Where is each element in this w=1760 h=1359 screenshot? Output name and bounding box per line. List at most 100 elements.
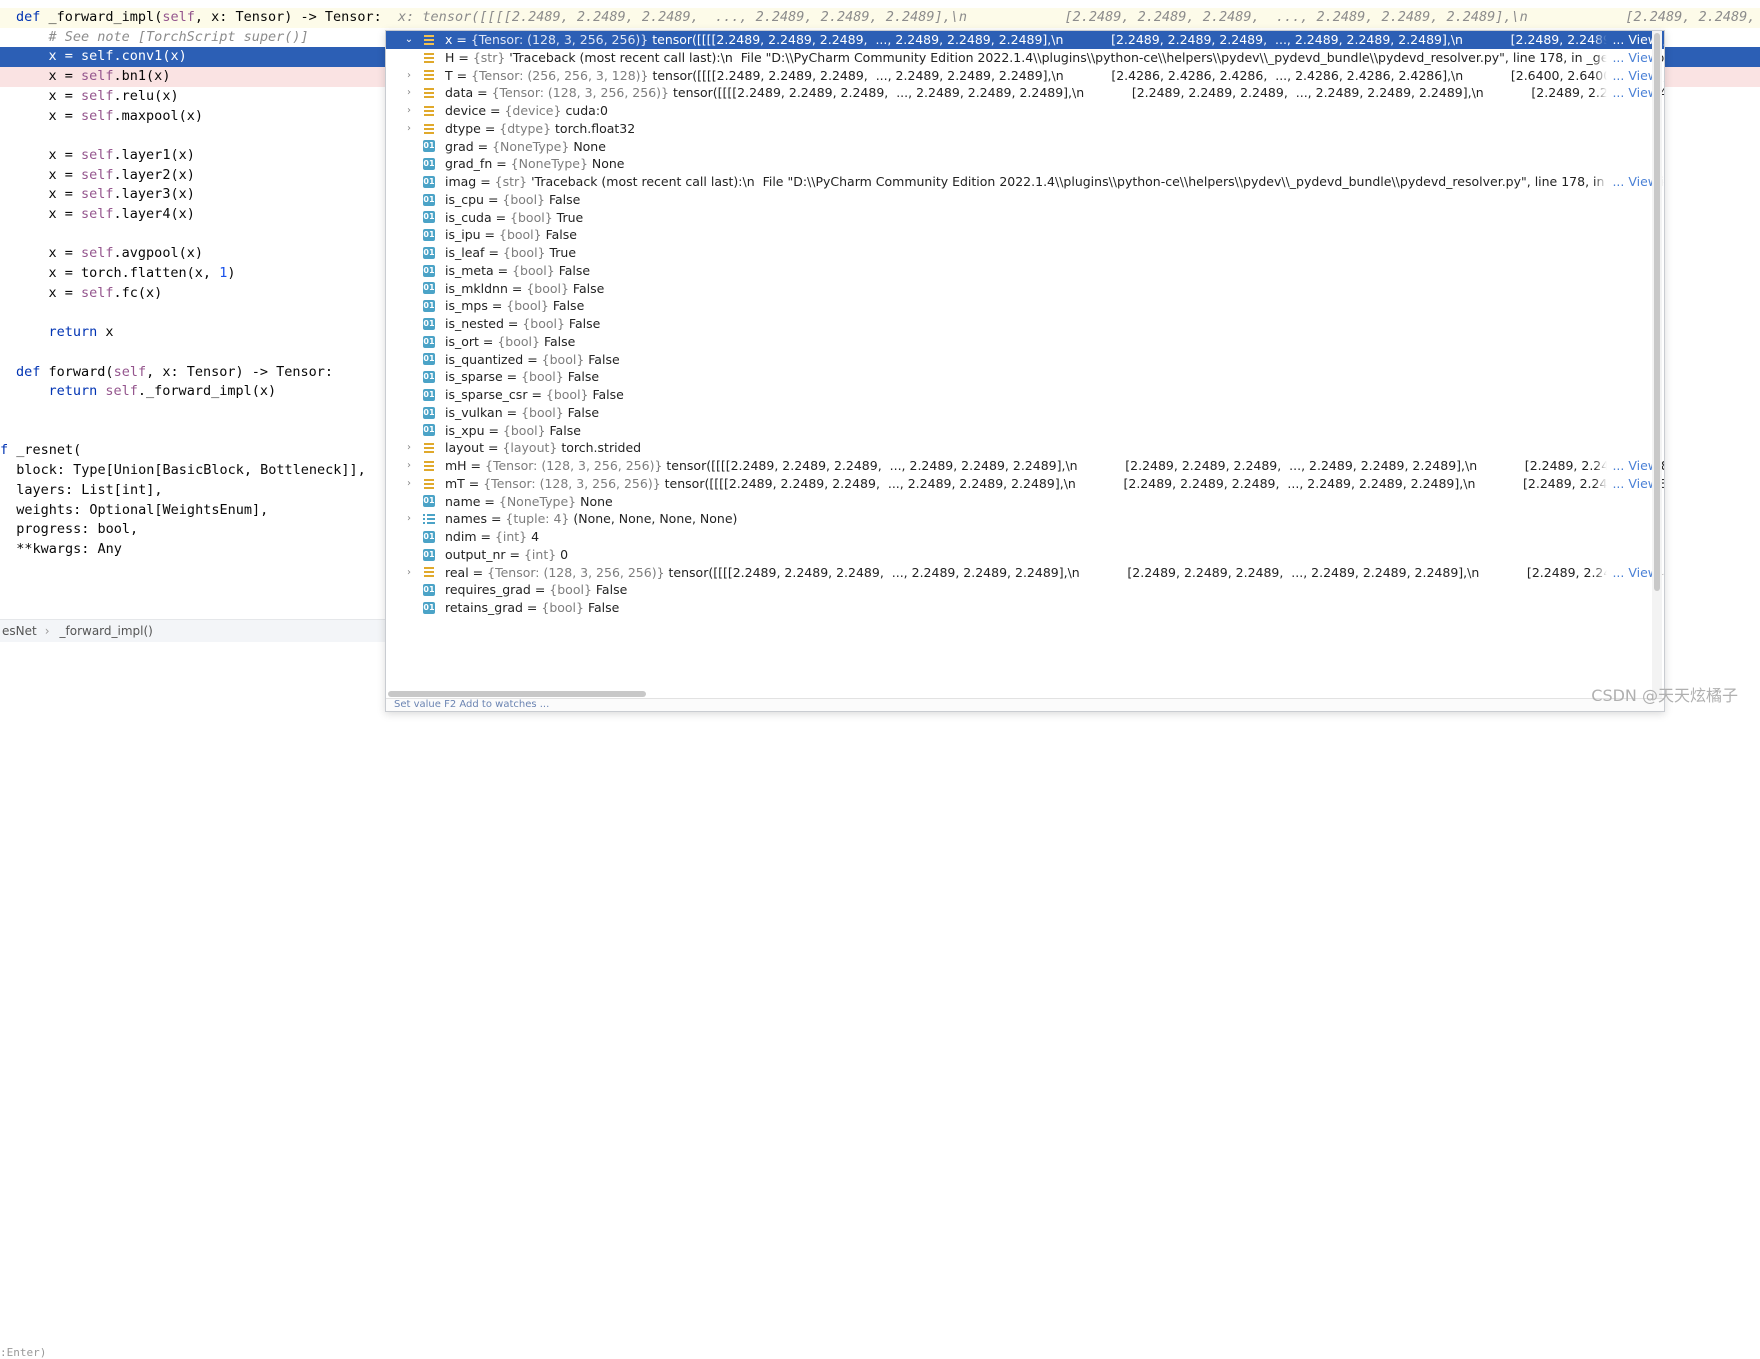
code-line[interactable]: def _forward_impl(self, x: Tensor) -> Te… <box>0 8 1760 28</box>
variable-value: tensor([[[[2.2489, 2.2489, 2.2489, ..., … <box>672 85 1664 101</box>
variable-row-device[interactable]: › device = {device} cuda:0 <box>386 102 1664 120</box>
code-token: **kwargs: Any <box>0 540 122 557</box>
variable-row-is_cpu[interactable]: 01 is_cpu = {bool} False <box>386 191 1664 209</box>
variable-entry: is_vulkan = {bool} False <box>445 404 599 422</box>
chevron-right-icon[interactable]: › <box>403 84 415 102</box>
variable-row-is_ipu[interactable]: 01 is_ipu = {bool} False <box>386 226 1664 244</box>
view-link[interactable]: ... View <box>1594 84 1658 102</box>
debugger-variable-popup[interactable]: ⌄ x = {Tensor: (128, 3, 256, 256)} tensor… <box>385 30 1665 712</box>
view-link[interactable]: ... View <box>1594 48 1658 67</box>
object-icon <box>423 460 435 472</box>
chevron-right-icon[interactable]: › <box>403 510 415 528</box>
vertical-scrollbar-thumb[interactable] <box>1654 33 1660 591</box>
variable-value: torch.strided <box>561 440 642 456</box>
object-icon <box>423 69 435 81</box>
view-link[interactable]: ... View <box>1594 563 1658 582</box>
view-link[interactable]: ... View <box>1594 474 1658 493</box>
variable-row-dtype[interactable]: › dtype = {dtype} torch.float32 <box>386 120 1664 138</box>
variable-entry: grad = {NoneType} None <box>445 138 606 156</box>
variable-row-is_mps[interactable]: 01 is_mps = {bool} False <box>386 297 1664 315</box>
view-link[interactable]: ... View <box>1594 457 1658 475</box>
horizontal-scrollbar[interactable] <box>386 690 1652 698</box>
variable-row-imag[interactable]: 01 imag = {str} 'Traceback (most recent c… <box>386 173 1664 191</box>
variable-row-is_vulkan[interactable]: 01 is_vulkan = {bool} False <box>386 404 1664 422</box>
variable-row-mH[interactable]: › mH = {Tensor: (128, 3, 256, 256)} tenso… <box>386 457 1664 475</box>
view-link[interactable]: ... View <box>1594 31 1658 49</box>
variable-name: is_xpu <box>445 422 485 438</box>
field-icon: 01 <box>423 193 435 206</box>
equals-sign: = <box>480 120 500 136</box>
variable-row-requires_grad[interactable]: 01 requires_grad = {bool} False <box>386 581 1664 599</box>
code-token: self <box>81 146 114 163</box>
chevron-right-icon[interactable]: › <box>403 439 415 457</box>
code-token: self <box>81 166 114 183</box>
variable-row-is_xpu[interactable]: 01 is_xpu = {bool} False <box>386 422 1664 440</box>
variable-row-is_sparse[interactable]: 01 is_sparse = {bool} False <box>386 368 1664 386</box>
chevron-right-icon[interactable]: › <box>403 120 415 138</box>
variable-type: {Tensor: (128, 3, 256, 256)} <box>485 458 663 473</box>
variable-type: {int} <box>523 546 557 562</box>
variable-row-T[interactable]: › T = {Tensor: (256, 256, 3, 128)} tensor… <box>386 66 1664 85</box>
variable-row-real[interactable]: › real = {Tensor: (128, 3, 256, 256)} ten… <box>386 563 1664 582</box>
variable-row-is_ort[interactable]: 01 is_ort = {bool} False <box>386 333 1664 351</box>
breadcrumb-class[interactable]: esNet <box>2 624 37 638</box>
view-link[interactable]: ... View <box>1594 66 1658 85</box>
variable-row-data[interactable]: › data = {Tensor: (128, 3, 256, 256)} ten… <box>386 84 1664 102</box>
chevron-right-icon[interactable]: › <box>403 564 415 582</box>
variable-row-grad[interactable]: 01 grad = {NoneType} None <box>386 138 1664 156</box>
code-token: ) <box>227 265 236 282</box>
variable-type: {Tensor: (256, 256, 3, 128)} <box>471 67 649 83</box>
code-token: x = torch.flatten(x, <box>16 265 220 282</box>
variable-row-layout[interactable]: › layout = {layout} torch.strided <box>386 439 1664 457</box>
variable-row-output_nr[interactable]: 01 output_nr = {int} 0 <box>386 546 1664 564</box>
chevron-right-icon[interactable]: › <box>403 67 415 85</box>
field-icon: 01 <box>423 282 435 295</box>
view-link[interactable]: ... View <box>1594 173 1658 191</box>
variable-value: False <box>558 262 591 278</box>
variable-type: {bool} <box>541 600 584 615</box>
variable-row-is_sparse_csr[interactable]: 01 is_sparse_csr = {bool} False <box>386 386 1664 404</box>
chevron-right-icon[interactable]: › <box>403 457 415 475</box>
variable-row-ndim[interactable]: 01 ndim = {int} 4 <box>386 528 1664 546</box>
variable-name: is_cpu <box>445 191 484 207</box>
field-icon: 01 <box>423 211 435 224</box>
vertical-scrollbar[interactable] <box>1652 31 1662 711</box>
variable-entry: name = {NoneType} None <box>445 493 613 511</box>
code-token: x <box>105 324 114 341</box>
variable-row-grad_fn[interactable]: 01 grad_fn = {NoneType} None <box>386 155 1664 173</box>
variable-row-H[interactable]: H = {str} 'Traceback (most recent call l… <box>386 48 1664 67</box>
chevron-down-icon[interactable]: ⌄ <box>403 31 415 49</box>
object-icon <box>423 105 435 117</box>
equals-sign: = <box>486 511 506 527</box>
variable-type: {dtype} <box>499 120 552 136</box>
code-token: self <box>113 363 147 380</box>
breadcrumb-separator: › <box>44 624 50 638</box>
breadcrumb-method[interactable]: _forward_impl() <box>60 624 153 638</box>
variable-row-is_meta[interactable]: 01 is_meta = {bool} False <box>386 262 1664 280</box>
variable-entry: is_ort = {bool} False <box>445 333 575 351</box>
chevron-right-icon[interactable]: › <box>403 102 415 120</box>
equals-sign: = <box>452 32 471 47</box>
variable-row-is_nested[interactable]: 01 is_nested = {bool} False <box>386 315 1664 333</box>
code-token: , x: Tensor) -> Tensor: <box>146 363 334 380</box>
variable-row-is_quantized[interactable]: 01 is_quantized = {bool} False <box>386 351 1664 369</box>
variable-entry: output_nr = {int} 0 <box>445 546 568 564</box>
field-icon: 01 <box>423 601 435 614</box>
variable-row-is_cuda[interactable]: 01 is_cuda = {bool} True <box>386 209 1664 227</box>
variable-type: {bool} <box>502 422 546 438</box>
variable-row-is_mkldnn[interactable]: 01 is_mkldnn = {bool} False <box>386 280 1664 298</box>
variable-row-names[interactable]: › names = {tuple: 4} (None, None, None, N… <box>386 510 1664 528</box>
variable-entry: mT = {Tensor: (128, 3, 256, 256)} tensor… <box>445 475 1664 493</box>
variable-row-is_leaf[interactable]: 01 is_leaf = {bool} True <box>386 244 1664 262</box>
code-token: .avgpool(x) <box>113 245 203 262</box>
list-icon <box>423 513 435 525</box>
object-icon <box>423 34 435 46</box>
chevron-right-icon[interactable]: › <box>403 475 415 493</box>
variable-row-mT[interactable]: › mT = {Tensor: (128, 3, 256, 256)} tenso… <box>386 474 1664 493</box>
variable-row-name[interactable]: 01 name = {NoneType} None <box>386 493 1664 511</box>
variable-row-retains_grad[interactable]: 01 retains_grad = {bool} False <box>386 599 1664 617</box>
object-icon <box>423 87 435 99</box>
variable-entry: ndim = {int} 4 <box>445 528 539 546</box>
horizontal-scrollbar-thumb[interactable] <box>388 691 646 697</box>
variable-row-x[interactable]: ⌄ x = {Tensor: (128, 3, 256, 256)} tensor… <box>386 31 1664 49</box>
